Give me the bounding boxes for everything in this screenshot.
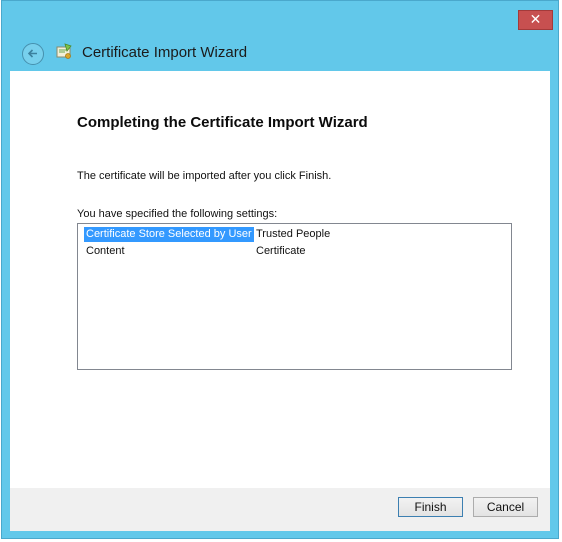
certificate-wizard-icon: [55, 43, 73, 61]
wizard-window: ✕ Certificate Import Wizard Completing t…: [1, 0, 559, 539]
finish-button[interactable]: Finish: [398, 497, 463, 517]
wizard-header: Certificate Import Wizard: [10, 37, 550, 71]
wizard-content: Completing the Certificate Import Wizard…: [10, 71, 550, 488]
close-icon: ✕: [529, 12, 542, 28]
window-title: Certificate Import Wizard: [82, 44, 248, 61]
settings-row-value: Certificate: [256, 245, 306, 257]
settings-row-key: Content: [86, 245, 125, 257]
info-text: The certificate will be imported after y…: [77, 170, 332, 182]
settings-row-key: Certificate Store Selected by User: [84, 227, 254, 242]
settings-list[interactable]: Certificate Store Selected by User Trust…: [77, 223, 512, 370]
page-heading: Completing the Certificate Import Wizard: [77, 114, 368, 131]
close-button[interactable]: ✕: [518, 10, 553, 30]
back-arrow-icon: [27, 49, 37, 58]
wizard-footer: Finish Cancel: [10, 488, 550, 531]
back-button[interactable]: [22, 43, 44, 65]
cancel-button[interactable]: Cancel: [473, 497, 538, 517]
settings-row-value: Trusted People: [256, 228, 331, 240]
settings-label: You have specified the following setting…: [77, 208, 278, 220]
